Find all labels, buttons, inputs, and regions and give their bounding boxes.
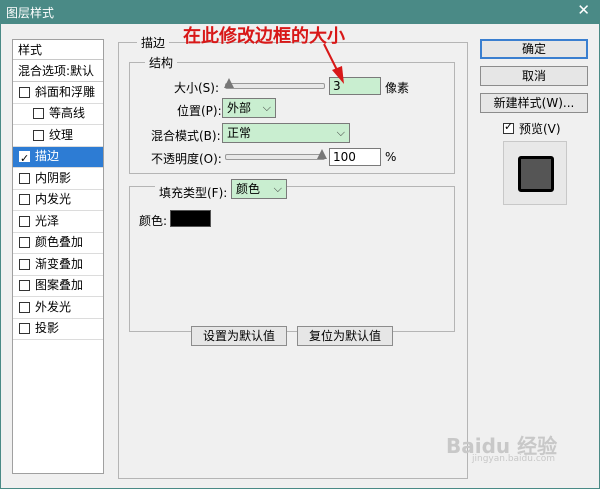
style-item-label: 描边 [35, 149, 60, 164]
baidu-watermark-logo: Baidu 经验 jingyan.baidu.com [446, 430, 557, 464]
window-title: 图层样式 [6, 6, 55, 20]
ok-button[interactable]: 确定 [480, 39, 588, 59]
set-default-button[interactable]: 设置为默认值 [191, 326, 287, 346]
blend-mode-value: 正常 [227, 126, 252, 140]
close-icon[interactable]: ✕ [577, 1, 590, 19]
styles-header[interactable]: 样式 [13, 40, 103, 60]
style-item-bevel-emboss[interactable]: 斜面和浮雕 [13, 82, 103, 104]
fill-type-label: 填充类型(F): [155, 184, 232, 201]
style-item-label: 纹理 [49, 127, 74, 142]
blend-mode-dropdown[interactable]: 正常 ⌵ [222, 123, 350, 143]
color-label: 颜色: [139, 214, 168, 228]
checkbox-icon[interactable] [19, 86, 30, 98]
checkbox-icon[interactable] [33, 108, 44, 120]
chevron-down-icon: ⌵ [273, 182, 282, 195]
fill-type-value: 颜色 [236, 182, 261, 196]
new-style-button[interactable]: 新建样式(W)... [480, 93, 588, 113]
color-swatch[interactable] [170, 210, 211, 227]
style-item-stroke[interactable]: 描边 [13, 146, 103, 169]
style-item-texture[interactable]: 纹理 [13, 125, 103, 147]
cancel-button[interactable]: 取消 [480, 66, 588, 86]
style-item-contour[interactable]: 等高线 [13, 104, 103, 125]
opacity-label: 不透明度(O): [151, 152, 222, 166]
size-unit: 像素 [385, 81, 410, 95]
style-item-inner-shadow[interactable]: 内阴影 [13, 168, 103, 190]
position-label: 位置(P): [177, 104, 222, 118]
style-item-label: 内阴影 [35, 170, 72, 185]
style-item-label: 渐变叠加 [35, 256, 84, 271]
reset-default-button[interactable]: 复位为默认值 [297, 326, 393, 346]
dialog-body: 样式 混合选项:默认 斜面和浮雕 等高线 纹理 描边 内阴影 内发光 光泽 [0, 24, 600, 489]
style-item-satin[interactable]: 光泽 [13, 211, 103, 233]
annotation-arrow-icon [323, 43, 344, 84]
checkbox-icon[interactable] [19, 301, 30, 313]
blend-options-item[interactable]: 混合选项:默认 [13, 60, 103, 82]
blend-mode-label: 混合模式(B): [151, 129, 221, 143]
opacity-slider[interactable] [225, 154, 325, 160]
preview-checkbox[interactable]: 预览(V) [503, 120, 561, 137]
fill-type-group [129, 186, 455, 332]
opacity-unit: % [385, 150, 397, 164]
style-item-label: 内发光 [35, 192, 72, 207]
size-slider-thumb[interactable] [224, 78, 234, 88]
fill-type-dropdown[interactable]: 颜色 ⌵ [231, 179, 287, 199]
style-item-inner-glow[interactable]: 内发光 [13, 190, 103, 211]
styles-list: 样式 混合选项:默认 斜面和浮雕 等高线 纹理 描边 内阴影 内发光 光泽 [12, 39, 104, 474]
style-item-outer-glow[interactable]: 外发光 [13, 297, 103, 319]
checkbox-checked-icon[interactable] [19, 148, 30, 169]
position-dropdown[interactable]: 外部 ⌵ [222, 98, 276, 118]
chevron-down-icon: ⌵ [336, 126, 345, 139]
style-item-label: 颜色叠加 [35, 235, 84, 250]
checkbox-icon[interactable] [19, 237, 30, 249]
style-item-label: 斜面和浮雕 [35, 84, 96, 99]
style-item-pattern-overlay[interactable]: 图案叠加 [13, 276, 103, 297]
watermark-url: jingyan.baidu.com [472, 454, 556, 464]
preview-label: 预览(V) [519, 122, 561, 136]
checkbox-icon[interactable] [19, 172, 30, 184]
style-item-color-overlay[interactable]: 颜色叠加 [13, 233, 103, 254]
checkbox-icon[interactable] [19, 194, 30, 206]
checkbox-icon[interactable] [19, 323, 30, 335]
size-label: 大小(S): [174, 81, 220, 95]
style-item-label: 等高线 [49, 106, 86, 121]
style-preview [503, 141, 567, 205]
checkbox-icon[interactable] [33, 129, 44, 141]
preview-thumbnail [518, 156, 554, 192]
style-item-label: 图案叠加 [35, 278, 84, 293]
style-item-drop-shadow[interactable]: 投影 [13, 319, 103, 340]
style-item-label: 投影 [35, 321, 60, 336]
opacity-input[interactable]: 100 [329, 148, 381, 166]
checkbox-icon[interactable] [19, 258, 30, 270]
position-value: 外部 [227, 101, 252, 115]
stroke-section-title: 描边 [137, 34, 170, 51]
style-item-gradient-overlay[interactable]: 渐变叠加 [13, 254, 103, 276]
checkbox-icon[interactable] [19, 215, 30, 227]
title-bar: 图层样式 ✕ [0, 0, 600, 24]
checkbox-icon[interactable] [19, 280, 30, 292]
checkbox-checked-icon[interactable] [503, 120, 514, 134]
opacity-slider-thumb[interactable] [317, 149, 327, 159]
chevron-down-icon: ⌵ [262, 101, 271, 114]
style-item-label: 外发光 [35, 299, 72, 314]
structure-title: 结构 [145, 54, 178, 71]
style-item-label: 光泽 [35, 213, 60, 228]
